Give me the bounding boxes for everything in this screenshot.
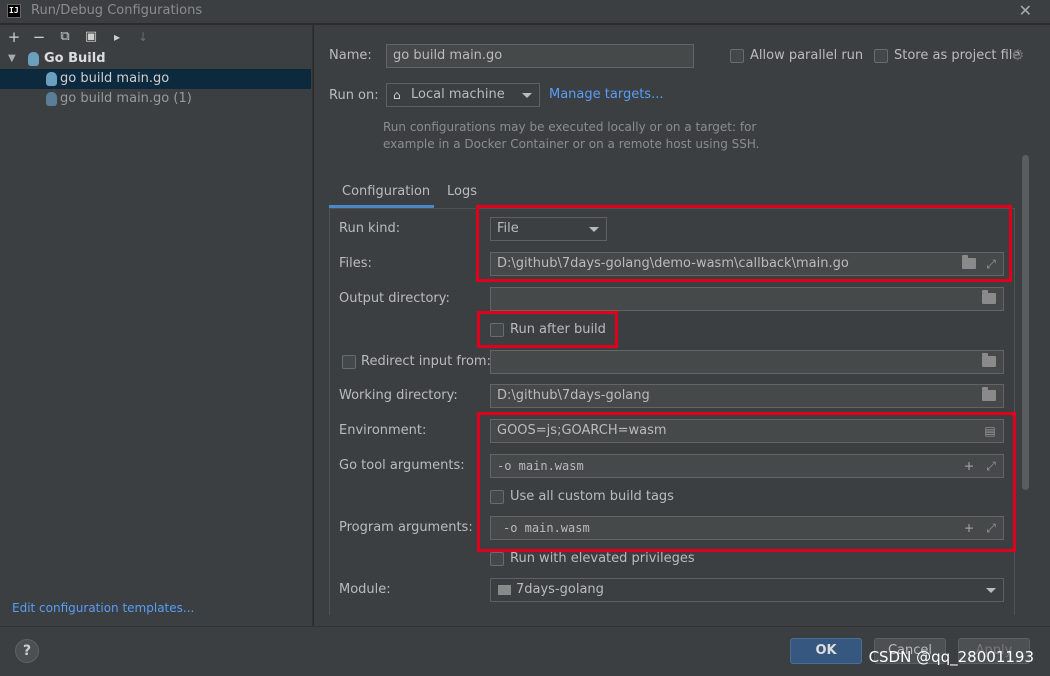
edit-templates-link[interactable]: Edit configuration templates... — [12, 601, 194, 615]
title-bar: IJ Run/Debug Configurations ✕ — [0, 0, 1050, 24]
run-on-hint-line: example in a Docker Container or on a re… — [383, 137, 760, 151]
output-directory-label: Output directory: — [339, 291, 450, 306]
run-on-hint: Run configurations may be executed local… — [383, 119, 760, 153]
csdn-watermark: CSDN @qq_28001193 — [868, 648, 1034, 666]
highlight-box-environment-args — [477, 412, 1016, 552]
run-on-label: Run on: — [329, 88, 379, 103]
close-icon[interactable]: ✕ — [1019, 1, 1032, 20]
tree-item[interactable]: go build main.go — [0, 69, 311, 89]
manage-targets-link[interactable]: Manage targets... — [549, 87, 663, 102]
tab-configuration[interactable]: Configuration — [342, 184, 430, 199]
redirect-input-field[interactable] — [490, 350, 1004, 374]
tree-group-label: Go Build — [44, 51, 106, 66]
redirect-input-checkbox[interactable] — [342, 355, 356, 369]
elevated-privileges-label: Run with elevated privileges — [510, 551, 695, 566]
vertical-scrollbar[interactable] — [1022, 155, 1029, 490]
program-arguments-label: Program arguments: — [339, 520, 473, 535]
ok-button[interactable]: OK — [790, 638, 862, 664]
name-field[interactable]: go build main.go — [386, 44, 694, 68]
highlight-box-run-kind-files — [476, 205, 1012, 282]
dialog-footer: ? OK Cancel Apply CSDN @qq_28001193 — [0, 626, 1050, 676]
configurations-panel: + − ⧉ ▣ ▸ ↓ ▼ Go Build go build main.go … — [0, 25, 313, 626]
add-configuration-icon[interactable]: + — [5, 28, 23, 46]
allow-parallel-label: Allow parallel run — [750, 48, 864, 63]
tree-item-label: go build main.go (1) — [60, 91, 192, 106]
home-icon: ⌂ — [393, 88, 401, 102]
store-project-label: Store as project file — [894, 48, 1021, 63]
sort-configurations-icon[interactable]: ↓ — [134, 28, 152, 46]
files-label: Files: — [339, 256, 372, 271]
folder-icon[interactable] — [982, 353, 996, 367]
allow-parallel-checkbox[interactable] — [730, 49, 744, 63]
working-directory-field[interactable]: D:\github\7days-golang — [490, 384, 1004, 408]
help-button[interactable]: ? — [15, 639, 39, 663]
working-directory-value: D:\github\7days-golang — [497, 388, 650, 403]
run-on-hint-line: Run configurations may be executed local… — [383, 120, 757, 134]
configuration-editor: Name: go build main.go Allow parallel ru… — [314, 25, 1050, 626]
redirect-input-label: Redirect input from: — [361, 354, 491, 369]
elevated-privileges-checkbox[interactable] — [490, 552, 504, 566]
gopher-icon — [46, 72, 57, 86]
output-directory-field[interactable] — [490, 287, 1004, 311]
configurations-toolbar: + − ⧉ ▣ ▸ ↓ — [0, 25, 313, 49]
module-label: Module: — [339, 582, 391, 597]
module-select[interactable]: 7days-golang — [490, 578, 1004, 602]
run-kind-label: Run kind: — [339, 221, 401, 236]
tree-item[interactable]: go build main.go (1) — [0, 89, 311, 109]
store-project-checkbox[interactable] — [874, 49, 888, 63]
chevron-down-icon — [986, 588, 996, 593]
highlight-box-run-after-build — [477, 311, 618, 348]
remove-configuration-icon[interactable]: − — [30, 28, 48, 46]
tree-item-label: go build main.go — [60, 71, 170, 86]
save-configuration-icon[interactable]: ▣ — [82, 28, 100, 46]
tree-group-go-build[interactable]: ▼ Go Build — [0, 49, 311, 69]
module-value: 7days-golang — [516, 582, 604, 597]
window-title: Run/Debug Configurations — [31, 3, 203, 18]
folder-icon[interactable] — [982, 387, 996, 401]
gopher-icon — [46, 92, 57, 106]
tab-logs[interactable]: Logs — [447, 184, 477, 199]
gopher-icon — [28, 52, 39, 66]
run-on-value: Local machine — [411, 87, 505, 102]
gear-icon[interactable]: ⚙ — [1011, 46, 1024, 64]
copy-configuration-icon[interactable]: ⧉ — [56, 28, 74, 46]
chevron-down-icon[interactable]: ▼ — [8, 49, 16, 69]
intellij-app-icon: IJ — [7, 4, 21, 18]
run-on-select[interactable]: ⌂ Local machine — [386, 83, 540, 107]
move-to-folder-icon[interactable]: ▸ — [108, 28, 126, 46]
chevron-down-icon — [522, 93, 532, 98]
go-tool-arguments-label: Go tool arguments: — [339, 458, 465, 473]
folder-icon[interactable] — [982, 290, 996, 304]
environment-label: Environment: — [339, 423, 427, 438]
name-label: Name: — [329, 48, 372, 63]
module-folder-icon — [498, 585, 511, 595]
working-directory-label: Working directory: — [339, 388, 458, 403]
